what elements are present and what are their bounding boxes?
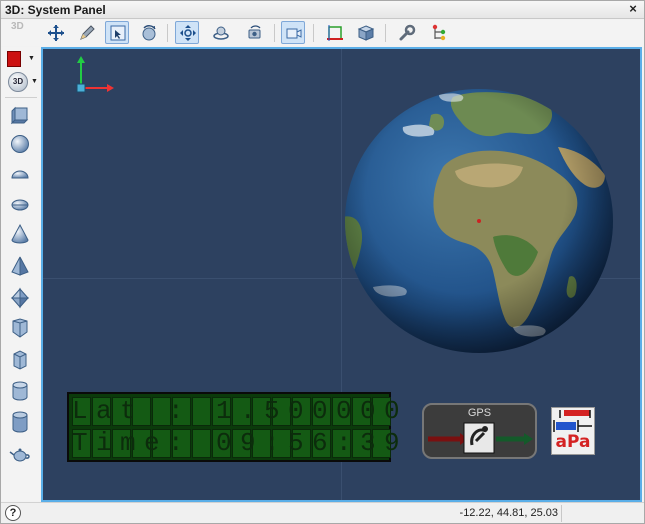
status-cell — [561, 505, 641, 522]
toolbar-separator — [274, 24, 275, 42]
gps-position-marker — [477, 219, 481, 223]
pencil-icon — [80, 25, 95, 40]
gps-block[interactable]: GPS — [422, 403, 537, 459]
orbit-icon — [213, 26, 229, 40]
octahedron-icon — [10, 287, 30, 309]
octahedron-shape-button[interactable] — [9, 287, 33, 311]
shape-sidebar: ▼ 3D ▼ — [1, 47, 41, 501]
status-bar: ? -12.22, 44.81, 25.03 — [1, 502, 644, 523]
toolbar-3d-label: 3D — [11, 21, 24, 32]
select-tool-icon — [110, 25, 126, 41]
box-icon — [10, 106, 29, 125]
window-title: 3D: System Panel — [5, 3, 106, 17]
orbit-button[interactable] — [208, 21, 232, 44]
move-view-icon — [48, 25, 64, 41]
title-bar: 3D: System Panel × — [1, 1, 644, 19]
select-tool-button[interactable] — [105, 21, 129, 44]
scene-tree-button[interactable] — [426, 21, 450, 44]
camera-view-button[interactable] — [281, 21, 305, 44]
chevron-down-icon[interactable]: ▼ — [31, 78, 38, 85]
camera-view-icon — [286, 28, 302, 39]
prism-icon — [12, 318, 28, 338]
scene-tree-icon — [432, 24, 446, 41]
help-button[interactable]: ? — [5, 505, 21, 521]
close-button[interactable]: × — [626, 2, 640, 16]
wrench-icon — [399, 24, 416, 41]
ellipsoid-shape-button[interactable] — [9, 163, 33, 187]
pyramid-shape-button[interactable] — [9, 255, 33, 279]
cylinder-shape-button[interactable] — [9, 380, 33, 404]
ellipsoid-icon — [11, 170, 29, 179]
lcd-display: Lat : 1.500000 Time: 09:56:39 — [67, 392, 400, 462]
half-ellipsoid-shape-button[interactable] — [9, 193, 33, 217]
cube-button[interactable] — [353, 21, 377, 44]
box-shape-button[interactable] — [9, 103, 33, 127]
toolbar: 3D — [1, 20, 644, 46]
pan-icon — [180, 25, 196, 41]
apa-logo-text: aPa — [555, 432, 591, 452]
wrench-button[interactable] — [394, 21, 418, 44]
rotate-sphere-icon — [142, 25, 156, 41]
pyramid-icon — [11, 256, 29, 276]
bounding-box-icon — [327, 25, 343, 41]
3d-viewport[interactable]: Lat : 1.500000 Time: 09:56:39 GPS aPa — [41, 47, 642, 502]
hexagonal-prism-icon — [13, 350, 27, 370]
cursor-coordinates: -12.22, 44.81, 25.03 — [459, 507, 558, 519]
sidebar-separator — [5, 97, 37, 98]
toolbar-separator — [385, 24, 386, 42]
move-view-button[interactable] — [43, 21, 67, 44]
bounding-box-button[interactable] — [322, 21, 346, 44]
half-ellipsoid-icon — [11, 199, 29, 211]
prism-shape-button[interactable] — [9, 317, 33, 341]
hexagonal-prism-shape-button[interactable] — [9, 349, 33, 373]
earth-globe[interactable] — [343, 87, 615, 355]
camera-rotate-button[interactable] — [242, 21, 266, 44]
sphere-icon — [11, 135, 29, 153]
cylinder-icon — [12, 381, 28, 401]
cylinder-tall-icon — [12, 411, 28, 433]
teapot-shape-button[interactable] — [9, 443, 33, 467]
cube-icon — [357, 25, 375, 41]
camera-rotate-icon — [248, 25, 261, 39]
pan-button[interactable] — [175, 21, 199, 44]
axis-gizmo-icon — [76, 56, 114, 93]
cylinder-tall-shape-button[interactable] — [9, 411, 33, 435]
gps-antenna-icon — [428, 422, 533, 454]
rotate-sphere-button[interactable] — [136, 21, 160, 44]
lcd-latitude-row: Lat : 1.500000 — [72, 396, 409, 426]
pencil-button[interactable] — [74, 21, 98, 44]
sphere-shape-button[interactable] — [9, 133, 33, 157]
apa-logo-block[interactable]: aPa — [551, 407, 595, 455]
cone-shape-button[interactable] — [9, 223, 33, 247]
cone-icon — [11, 223, 29, 244]
toolbar-separator — [167, 24, 168, 42]
lcd-time-row: Time: 09:56:39 — [72, 428, 409, 458]
view-mode-button[interactable]: 3D — [8, 72, 28, 92]
chevron-down-icon[interactable]: ▼ — [28, 55, 35, 62]
color-picker-swatch[interactable] — [7, 51, 21, 67]
system-panel-window: 3D: System Panel × 3D ▼ 3D ▼ Lat: 1.500… — [0, 0, 645, 524]
toolbar-separator — [313, 24, 314, 42]
teapot-icon — [9, 448, 30, 462]
